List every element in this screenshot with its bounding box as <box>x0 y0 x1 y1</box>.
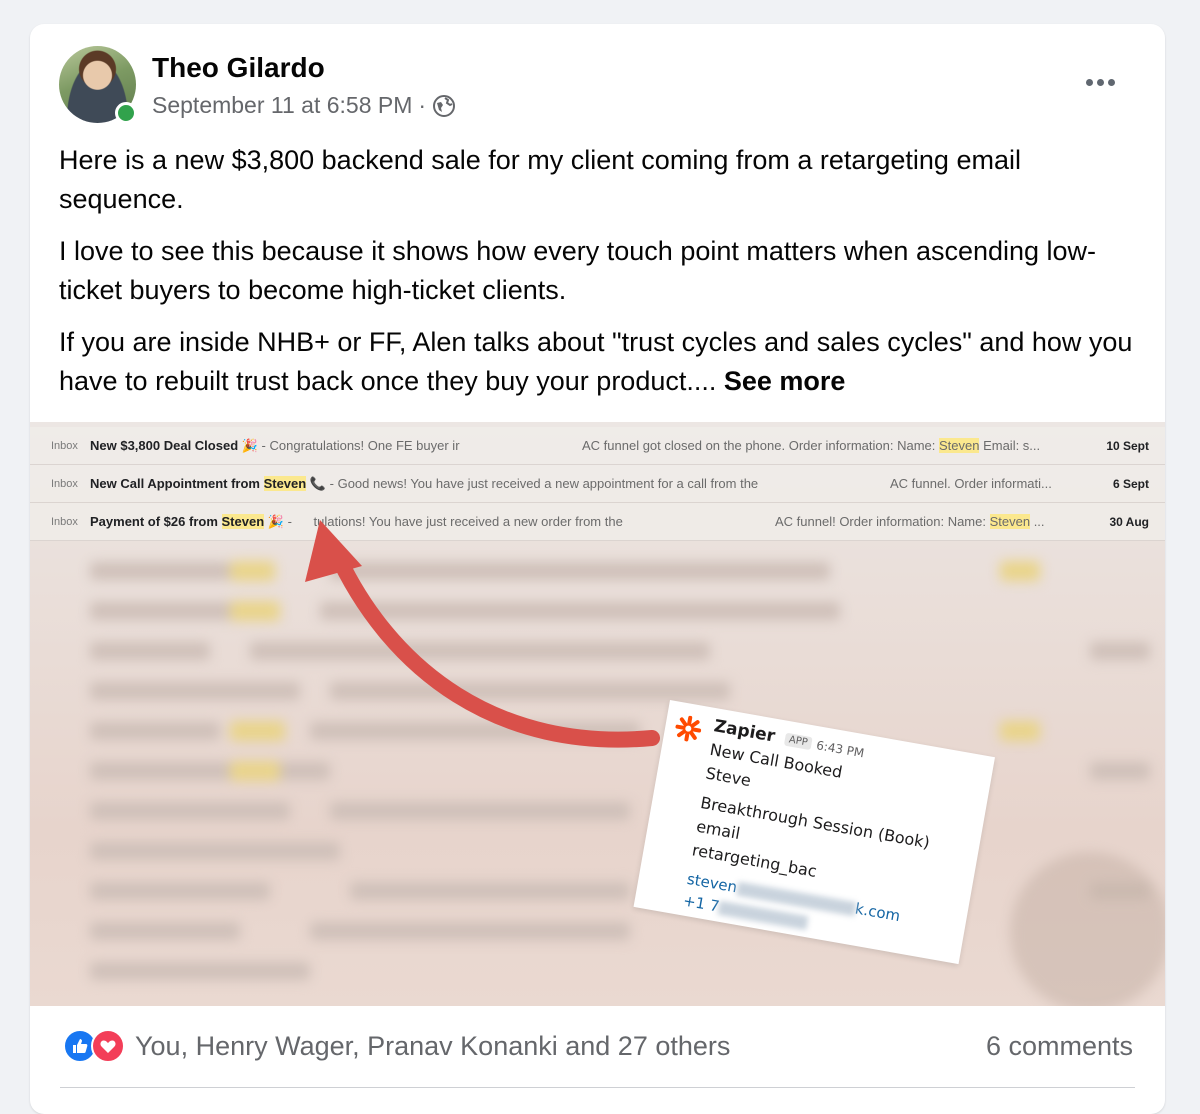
globe-icon[interactable] <box>432 94 456 118</box>
more-options-icon[interactable] <box>1076 68 1124 96</box>
app-badge: APP <box>783 732 813 751</box>
reaction-names[interactable]: You, Henry Wager, Pranav Konanki and 27 … <box>135 1031 730 1062</box>
red-arrow-annotation <box>305 520 660 748</box>
zapier-time: 6:43 PM <box>815 738 866 761</box>
love-icon <box>91 1029 125 1063</box>
zapier-logo-icon <box>675 715 702 742</box>
zapier-line: email <box>694 816 742 844</box>
divider <box>60 1087 1135 1088</box>
post-paragraph: If you are inside NHB+ or FF, Alen talks… <box>59 327 1133 396</box>
see-more-link[interactable]: See more <box>724 366 846 396</box>
post-paragraph: I love to see this because it shows how … <box>59 236 1097 305</box>
post-timestamp[interactable]: September 11 at 6:58 PM <box>152 92 412 119</box>
comments-count[interactable]: 6 comments <box>986 1031 1133 1062</box>
post-paragraph: Here is a new $3,800 backend sale for my… <box>59 145 1021 214</box>
post-meta: September 11 at 6:58 PM · <box>152 92 456 119</box>
online-status-dot <box>115 102 137 124</box>
post-card: Theo Gilardo September 11 at 6:58 PM · H… <box>30 24 1165 1114</box>
author-name[interactable]: Theo Gilardo <box>152 52 325 84</box>
post-text: Here is a new $3,800 backend sale for my… <box>59 141 1139 414</box>
zapier-line: Steve <box>704 763 753 791</box>
meta-separator: · <box>418 92 427 118</box>
reactions-summary[interactable]: You, Henry Wager, Pranav Konanki and 27 … <box>63 1029 730 1063</box>
post-image[interactable]: Inbox New $3,800 Deal Closed 🎉 - Congrat… <box>30 422 1165 1006</box>
